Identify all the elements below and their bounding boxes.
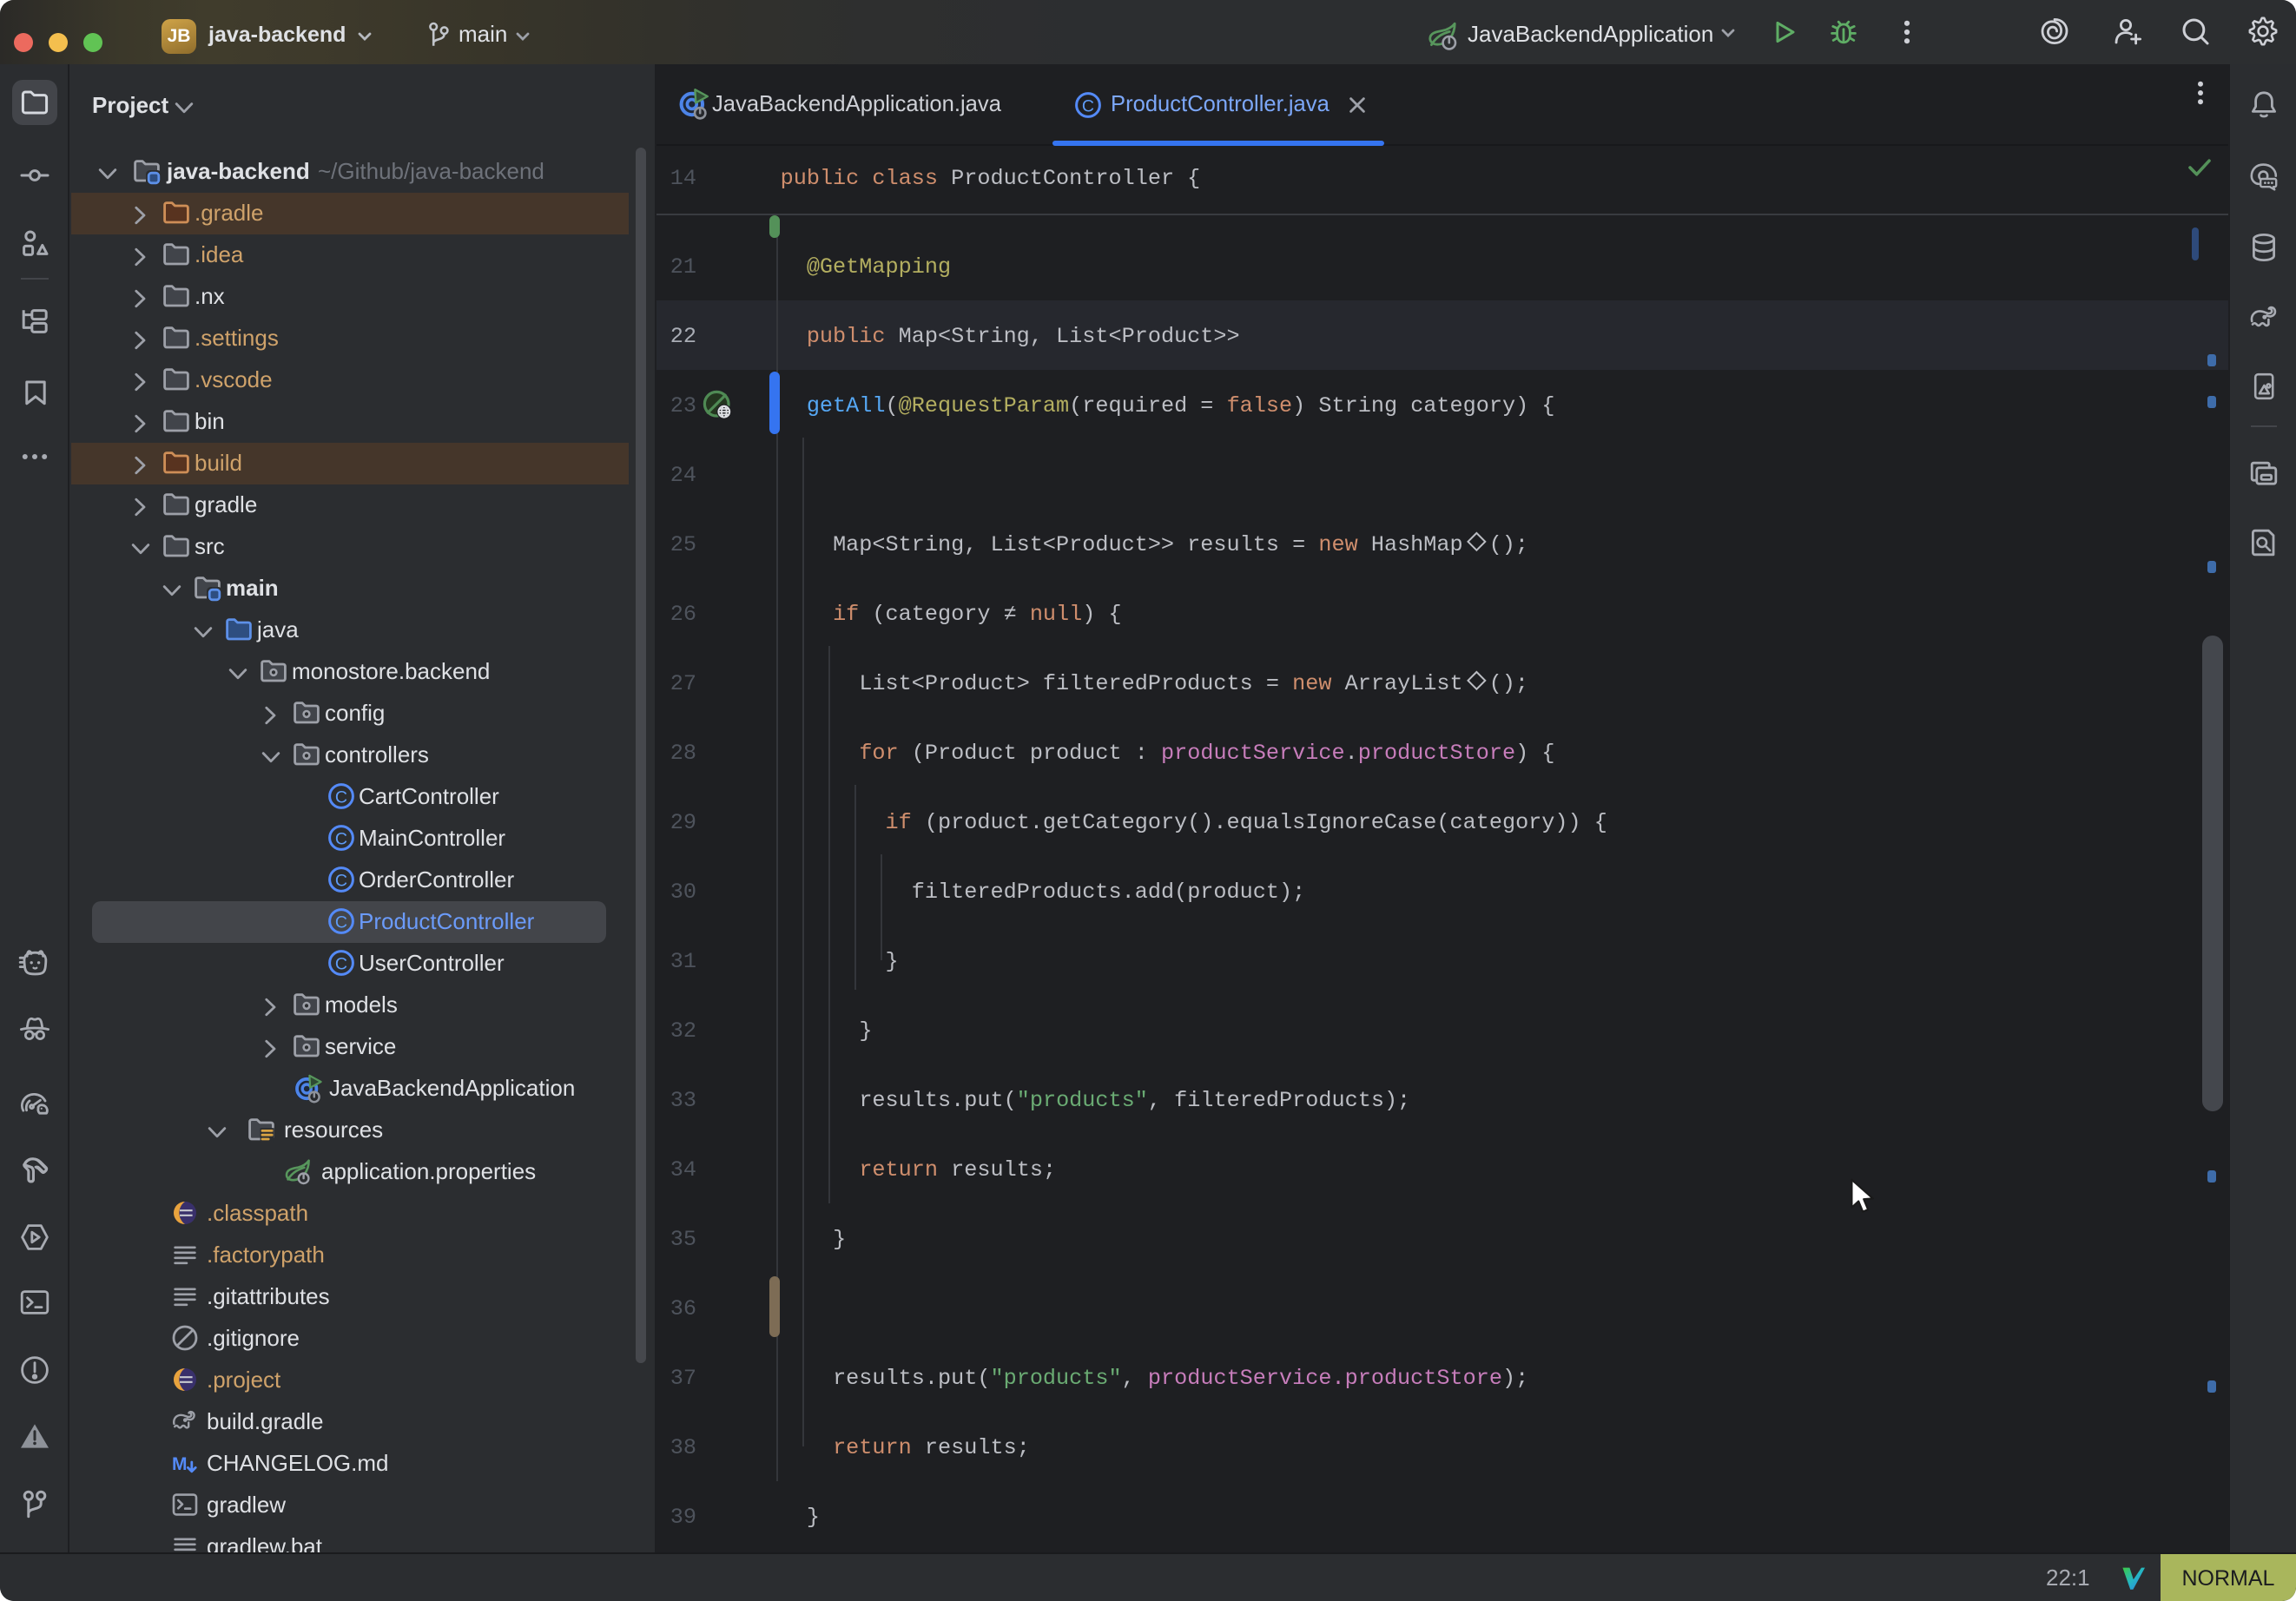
svg-text:C: C — [1082, 96, 1094, 115]
svg-text:M: M — [172, 1454, 188, 1474]
svg-text:C: C — [334, 954, 346, 973]
svg-text:C: C — [334, 871, 346, 890]
svg-text:C: C — [334, 913, 346, 932]
svg-text:C: C — [334, 829, 346, 848]
svg-text:C: C — [334, 787, 346, 807]
